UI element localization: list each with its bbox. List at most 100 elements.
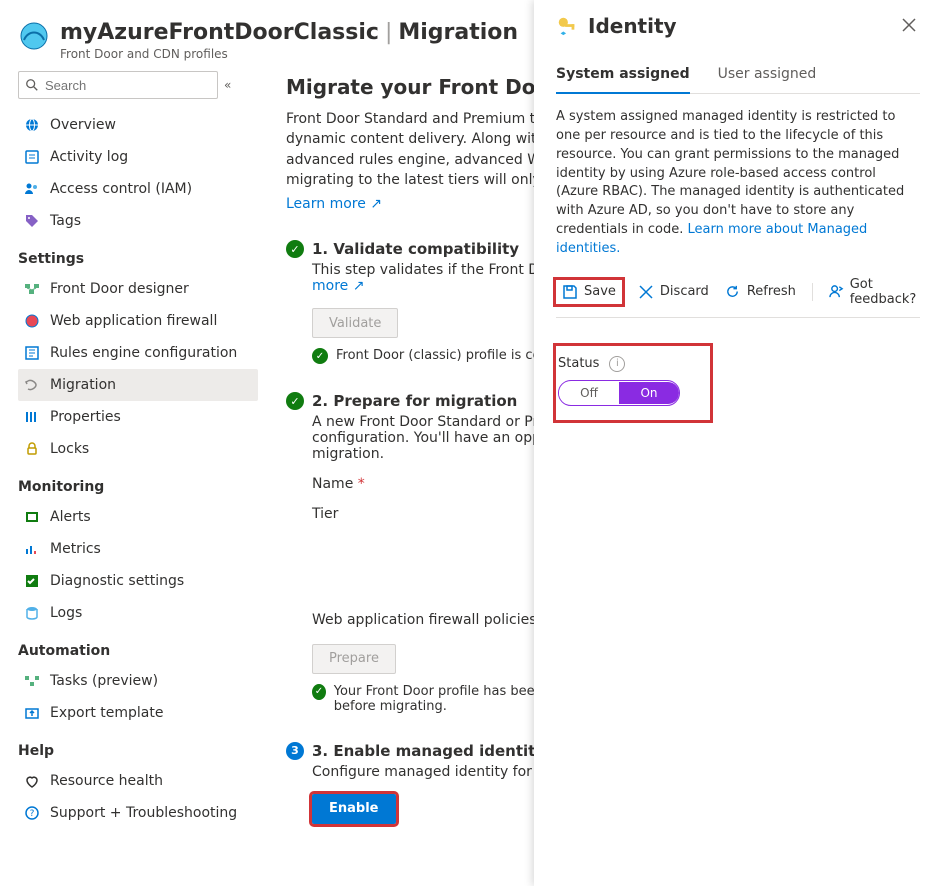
sidebar-item-export[interactable]: Export template — [18, 697, 258, 729]
blade-title: Identity — [588, 14, 677, 38]
page-title: myAzureFrontDoorClassic | Migration — [60, 20, 518, 45]
logs-icon — [24, 605, 40, 621]
sidebar-item-rules[interactable]: Rules engine configuration — [18, 337, 258, 369]
sidebar-item-label: Diagnostic settings — [50, 573, 184, 589]
properties-icon — [24, 409, 40, 425]
diag-icon — [24, 573, 40, 589]
sidebar-item-logs[interactable]: Logs — [18, 597, 258, 629]
lock-icon — [24, 441, 40, 457]
globe-icon — [24, 117, 40, 133]
sidebar-item-label: Properties — [50, 409, 121, 425]
sidebar-item-label: Access control (IAM) — [50, 181, 192, 197]
sidebar-item-tasks[interactable]: Tasks (preview) — [18, 665, 258, 697]
sidebar-item-label: Resource health — [50, 773, 163, 789]
alerts-icon — [24, 509, 40, 525]
sidebar-item-health[interactable]: Resource health — [18, 765, 258, 797]
log-icon — [24, 149, 40, 165]
tasks-icon — [24, 673, 40, 689]
sidebar-group-help: Help — [18, 743, 258, 759]
tab-user-assigned[interactable]: User assigned — [718, 60, 817, 93]
feedback-button[interactable]: Got feedback? — [829, 277, 920, 307]
sidebar-item-waf[interactable]: Web application firewall — [18, 305, 258, 337]
step-title: 1. Validate compatibility — [312, 240, 519, 258]
sidebar-item-label: Export template — [50, 705, 163, 721]
sidebar-item-label: Locks — [50, 441, 89, 457]
identity-tabs: System assigned User assigned — [556, 60, 920, 94]
resource-name: myAzureFrontDoorClassic — [60, 20, 379, 45]
check-circle-icon: ✓ — [286, 392, 304, 410]
sidebar-item-alerts[interactable]: Alerts — [18, 501, 258, 533]
search-icon — [25, 78, 39, 92]
sidebar-item-label: Alerts — [50, 509, 91, 525]
status-toggle[interactable]: Off On — [558, 380, 680, 406]
discard-button[interactable]: Discard — [638, 284, 709, 300]
sidebar-item-label: Rules engine configuration — [50, 345, 237, 361]
sidebar-item-label: Tasks (preview) — [50, 673, 158, 689]
sidebar-item-label: Activity log — [50, 149, 128, 165]
step-title: 3. Enable managed identity — [312, 742, 545, 760]
sidebar-item-iam[interactable]: Access control (IAM) — [18, 173, 258, 205]
sidebar-group-monitoring: Monitoring — [18, 479, 258, 495]
sidebar-item-locks[interactable]: Locks — [18, 433, 258, 465]
check-circle-icon: ✓ — [312, 684, 326, 700]
key-icon — [556, 15, 578, 37]
sidebar-item-support[interactable]: ? Support + Troubleshooting — [18, 797, 258, 829]
page-subtitle: Front Door and CDN profiles — [60, 47, 518, 61]
sidebar-item-designer[interactable]: Front Door designer — [18, 273, 258, 305]
check-circle-icon: ✓ — [312, 348, 328, 364]
sidebar-item-migration[interactable]: Migration — [18, 369, 258, 401]
blade-description: A system assigned managed identity is re… — [556, 108, 920, 259]
enable-button[interactable]: Enable — [312, 794, 396, 824]
sidebar-item-label: Support + Troubleshooting — [50, 805, 237, 821]
step-title: 2. Prepare for migration — [312, 392, 517, 410]
support-icon: ? — [24, 805, 40, 821]
page-name: Migration — [398, 20, 518, 45]
close-icon[interactable] — [898, 14, 920, 36]
toggle-on[interactable]: On — [619, 382, 679, 404]
sidebar-item-label: Front Door designer — [50, 281, 189, 297]
sidebar-group-automation: Automation — [18, 643, 258, 659]
sidebar-item-activity[interactable]: Activity log — [18, 141, 258, 173]
x-icon — [638, 284, 654, 300]
export-icon — [24, 705, 40, 721]
health-icon — [24, 773, 40, 789]
person-icon — [829, 284, 844, 300]
waf-icon — [24, 313, 40, 329]
status-label: Status — [558, 356, 599, 371]
sidebar-item-overview[interactable]: Overview — [18, 109, 258, 141]
migration-icon — [24, 377, 40, 393]
toggle-off[interactable]: Off — [559, 382, 619, 404]
status-block: Status i Off On — [556, 346, 710, 420]
sidebar-search[interactable] — [18, 71, 218, 99]
sidebar-item-diag[interactable]: Diagnostic settings — [18, 565, 258, 597]
sidebar-item-label: Web application firewall — [50, 313, 217, 329]
tab-system-assigned[interactable]: System assigned — [556, 60, 690, 94]
refresh-icon — [725, 284, 741, 300]
sidebar-item-properties[interactable]: Properties — [18, 401, 258, 433]
external-link-icon: ↗ — [370, 196, 382, 212]
learn-more-link[interactable]: Learn more ↗ — [286, 196, 382, 212]
identity-blade: Identity System assigned User assigned A… — [534, 0, 942, 886]
sidebar-item-label: Migration — [50, 377, 116, 393]
tag-icon — [24, 213, 40, 229]
check-circle-icon: ✓ — [286, 240, 304, 258]
designer-icon — [24, 281, 40, 297]
sidebar-item-tags[interactable]: Tags — [18, 205, 258, 237]
sidebar-item-label: Logs — [50, 605, 82, 621]
info-icon[interactable]: i — [609, 356, 625, 372]
save-icon — [562, 284, 578, 300]
step-number-badge: 3 — [286, 742, 304, 760]
sidebar-top: Overview Activity log Access control (IAM)… — [18, 109, 258, 237]
refresh-button[interactable]: Refresh — [725, 284, 796, 300]
title-divider: | — [385, 20, 392, 45]
svg-text:?: ? — [30, 809, 35, 819]
collapse-sidebar-icon[interactable]: « — [224, 78, 231, 92]
prepare-button: Prepare — [312, 644, 396, 674]
sidebar: « Overview Activity log Access control (IA… — [0, 71, 264, 886]
sidebar-item-metrics[interactable]: Metrics — [18, 533, 258, 565]
sidebar-item-label: Metrics — [50, 541, 101, 557]
sidebar-item-label: Tags — [50, 213, 81, 229]
save-button[interactable]: Save — [556, 280, 622, 304]
search-input[interactable] — [43, 77, 223, 94]
sidebar-group-settings: Settings — [18, 251, 258, 267]
